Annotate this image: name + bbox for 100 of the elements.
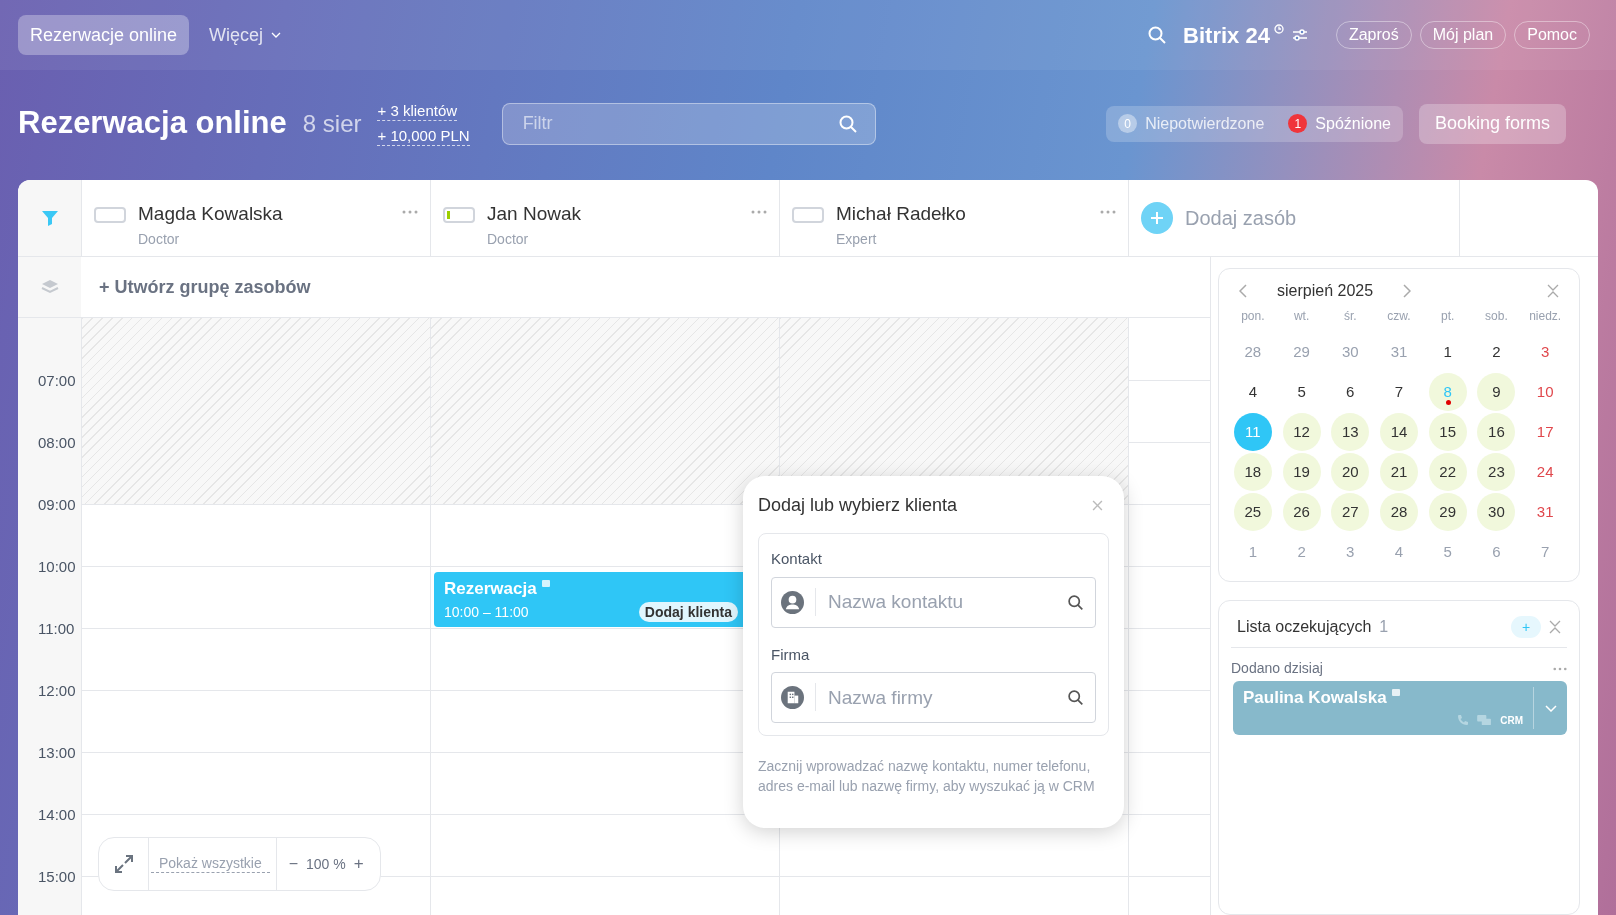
calendar-day[interactable]: 31 (1380, 333, 1418, 371)
calendar-day[interactable]: 28 (1233, 333, 1272, 371)
popup-title: Dodaj lub wybierz klienta (758, 494, 958, 517)
calendar-day[interactable]: 25 (1233, 493, 1272, 531)
calendar-day[interactable]: 27 (1331, 493, 1370, 531)
collapse-icon (1549, 620, 1561, 634)
weekday-label: czw. (1386, 308, 1412, 325)
hint-text: Zacznij wprowadzać nazwę kontaktu, numer telefonu, adres e-mail lub nazwę firmy, aby wyszukać ją w CRM (758, 757, 1096, 796)
hour-label: 08:00 (38, 433, 76, 453)
search-input-field[interactable]: Nazwa firmy (771, 672, 1096, 723)
calendar-day[interactable]: 3 (1331, 533, 1370, 571)
hour-label: 14:00 (38, 805, 76, 825)
calendar-day[interactable]: 7 (1526, 533, 1565, 571)
calendar-day[interactable]: 30 (1477, 493, 1516, 531)
calendar-day[interactable]: 10 (1526, 373, 1565, 411)
resource-role: Doctor (138, 229, 181, 249)
weekday-label: pon. (1240, 308, 1266, 325)
add-client-button[interactable]: Dodaj klienta (638, 602, 738, 622)
calendar-day[interactable]: 7 (1380, 373, 1418, 411)
calendar-day[interactable]: 30 (1331, 333, 1370, 371)
calendar-day[interactable]: 3 (1526, 333, 1565, 371)
weekday-label: pt. (1440, 308, 1456, 325)
note-icon (1390, 688, 1401, 698)
add-resource-button[interactable]: Dodaj zasób (1128, 180, 1460, 256)
calendar-day[interactable]: 28 (1380, 493, 1418, 531)
booking-time: 10:00 – 11:00 (444, 602, 529, 622)
collapse-icon (1547, 284, 1559, 298)
hour-label: 15:00 (38, 867, 76, 887)
chat-icon (1477, 714, 1493, 726)
create-group-link[interactable]: + Utwórz grupę zasobów (99, 273, 311, 301)
calendar-day[interactable]: 12 (1282, 413, 1321, 451)
calendar-day[interactable]: 6 (1477, 533, 1516, 571)
calendar-day[interactable]: 17 (1526, 413, 1565, 451)
counter-filter[interactable]: 1 Spóźnione (1288, 111, 1391, 136)
waiting-count: 1 (1379, 617, 1389, 637)
chevron-right-icon (1403, 284, 1412, 298)
resource-name[interactable]: Jan Nowak (487, 200, 751, 229)
search-icon (1067, 593, 1084, 611)
hour-label: 11:00 (38, 619, 75, 639)
calendar-day[interactable]: 2 (1477, 333, 1516, 371)
resource-name[interactable]: Michał Radełko (836, 200, 1100, 229)
layers-icon (40, 279, 59, 295)
calendar-day[interactable]: 26 (1282, 493, 1321, 531)
booking-title: Rezerwacja (444, 578, 537, 600)
calendar-day[interactable]: 18 (1233, 453, 1272, 491)
zoom-in-button[interactable]: + (349, 851, 380, 877)
month-title: sierpień 2025 (1277, 281, 1374, 301)
search-icon (837, 113, 858, 134)
filter-icon (40, 210, 59, 226)
calendar-day[interactable]: 1 (1428, 333, 1467, 371)
calendar-day[interactable]: 9 (1477, 373, 1516, 411)
more-icon (1100, 210, 1116, 214)
calendar-day[interactable]: 29 (1282, 333, 1321, 371)
group-label: Dodano dzisiaj (1231, 659, 1323, 678)
close-icon (1092, 500, 1103, 511)
hour-label: 10:00 (38, 557, 76, 577)
weekday-label: niedz. (1528, 308, 1563, 325)
calendar-day[interactable]: 20 (1331, 453, 1370, 491)
more-icon (1553, 666, 1567, 671)
calendar-day[interactable]: 5 (1282, 373, 1321, 411)
calendar-day[interactable]: 16 (1477, 413, 1516, 451)
calendar-day[interactable]: 23 (1477, 453, 1516, 491)
stat-link[interactable]: + 10,000 PLN (377, 126, 470, 146)
count-badge: 0 (1118, 114, 1138, 133)
hour-label: 09:00 (38, 495, 76, 515)
calendar-day[interactable]: 24 (1526, 453, 1565, 491)
more-icon (402, 210, 418, 214)
calendar-day[interactable]: 13 (1331, 413, 1370, 451)
page-title: Rezerwacja online (18, 104, 287, 143)
calendar-day[interactable]: 31 (1526, 493, 1565, 531)
calendar-day[interactable]: 29 (1428, 493, 1467, 531)
search-input-field[interactable]: Nazwa kontaktu (771, 576, 1096, 628)
calendar-day[interactable]: 5 (1428, 533, 1467, 571)
calendar-day[interactable]: 2 (1282, 533, 1321, 571)
calendar-day[interactable]: 1 (1233, 533, 1272, 571)
stat-link[interactable]: + 3 klientów (377, 101, 458, 121)
nav-tab[interactable]: Rezerwacje online (18, 15, 190, 55)
calendar-day[interactable]: 6 (1331, 373, 1370, 411)
search-icon[interactable] (1147, 25, 1168, 45)
weekday-label: wt. (1292, 308, 1311, 325)
nav-tab[interactable]: Więcej (197, 15, 294, 55)
more-icon (751, 210, 767, 214)
calendar-day[interactable]: 4 (1380, 533, 1418, 571)
resource-name[interactable]: Magda Kowalska (138, 200, 402, 229)
calendar-day[interactable]: 22 (1428, 453, 1467, 491)
expand-icon (113, 854, 134, 874)
zoom-out-button[interactable]: − (276, 852, 303, 876)
logo[interactable]: Bitrix 24 (1183, 18, 1270, 52)
hour-label: 12:00 (38, 681, 76, 701)
calendar-day[interactable]: 21 (1380, 453, 1418, 491)
search-icon (1067, 689, 1084, 706)
phone-icon (1457, 714, 1470, 726)
calendar-day[interactable]: 4 (1233, 373, 1272, 411)
calendar-day[interactable]: 14 (1380, 413, 1418, 451)
calendar-day[interactable]: 19 (1282, 453, 1321, 491)
calendar-day[interactable]: 15 (1428, 413, 1467, 451)
resource-role: Expert (836, 229, 878, 249)
show-all-link[interactable]: Pokaż wszystkie (151, 855, 270, 873)
hour-label: 07:00 (38, 371, 76, 391)
filter-field[interactable]: Filtr (501, 102, 876, 145)
